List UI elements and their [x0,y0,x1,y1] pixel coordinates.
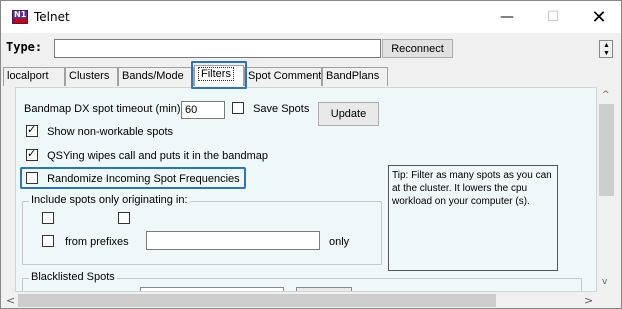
save-spots-option[interactable]: Save Spots [232,102,309,115]
from-prefixes-checkbox[interactable] [42,235,54,247]
tab-bandplans[interactable]: BandPlans [322,67,388,86]
type-input[interactable] [54,39,381,58]
from-prefixes-option[interactable]: from prefixes [42,235,129,248]
type-label: Type: [6,40,43,54]
tip-text: Tip: Filter as many spots as you can at … [388,165,558,271]
qsying-option[interactable]: QSYing wipes call and puts it in the ban… [26,147,269,162]
tab-localport[interactable]: localport [3,67,65,86]
filters-panel: Bandmap DX spot timeout (min) 60 Save Sp… [15,87,597,292]
vertical-scroll-thumb[interactable] [599,104,614,196]
qsying-label: QSYing wipes call and puts it in the ban… [47,150,269,162]
prefixes-input[interactable] [146,231,320,250]
randomize-option[interactable]: Randomize Incoming Spot Frequencies [26,172,240,185]
scroll-left-icon[interactable]: < [6,294,15,307]
filters-tab-highlight [191,61,247,89]
tab-spot-comment[interactable]: Spot Comment [244,67,322,86]
scroll-up-icon[interactable]: ^ [602,90,610,100]
logo-text: N1 [14,10,27,19]
horizontal-scroll-thumb[interactable] [18,294,496,307]
save-spots-label: Save Spots [253,103,310,115]
telnet-window: N1 Telnet — ☐ ✕ Type: Reconnect ▲ ▼ loca… [0,0,622,309]
show-nonworkable-checkbox[interactable] [26,123,38,137]
scroll-right-icon[interactable]: > [584,294,593,307]
show-nonworkable-option[interactable]: Show non-workable spots [26,123,174,138]
show-nonworkable-label: Show non-workable spots [47,126,174,138]
scroll-down-icon[interactable]: v [602,277,607,287]
n1mm-logo-icon: N1 [12,10,28,24]
spin-control[interactable]: ▲ ▼ [599,40,613,58]
update-button[interactable]: Update [318,102,379,126]
maximize-button[interactable]: ☐ [530,1,576,33]
tab-clusters[interactable]: Clusters [65,67,118,86]
title-bar[interactable]: N1 Telnet — ☐ ✕ [1,1,621,33]
spin-up-icon[interactable]: ▲ [603,42,610,49]
vertical-scrollbar[interactable]: ^ v [598,87,615,292]
origin-group-label: Include spots only originating in: [29,194,190,206]
from-prefixes-label: from prefixes [65,236,129,248]
qsying-checkbox[interactable] [26,147,38,161]
close-button[interactable]: ✕ [576,1,621,33]
type-bar: Type: Reconnect ▲ ▼ [1,33,621,61]
origin-checkbox-1-box[interactable] [42,212,54,224]
only-label: only [329,236,350,248]
timeout-input[interactable]: 60 [181,101,225,119]
randomize-label: Randomize Incoming Spot Frequencies [47,173,240,185]
origin-checkbox-2-box[interactable] [118,212,130,224]
save-spots-checkbox[interactable] [232,102,244,114]
tab-bands-mode[interactable]: Bands/Mode [118,67,194,86]
minimize-button[interactable]: — [484,1,530,33]
randomize-checkbox[interactable] [26,172,38,184]
tab-strip: localport Clusters Bands/Mode Filters Sp… [1,65,621,87]
spin-down-icon[interactable]: ▼ [603,50,610,57]
origin-checkbox-1[interactable] [42,212,54,225]
origin-checkbox-2[interactable] [118,212,130,225]
reconnect-button[interactable]: Reconnect [382,39,453,58]
window-title: Telnet [34,10,70,24]
blacklisted-label: Blacklisted Spots [29,271,117,283]
timeout-label: Bandmap DX spot timeout (min) [24,103,181,115]
logo-bar [13,19,27,23]
horizontal-scrollbar[interactable]: < > [1,292,598,308]
